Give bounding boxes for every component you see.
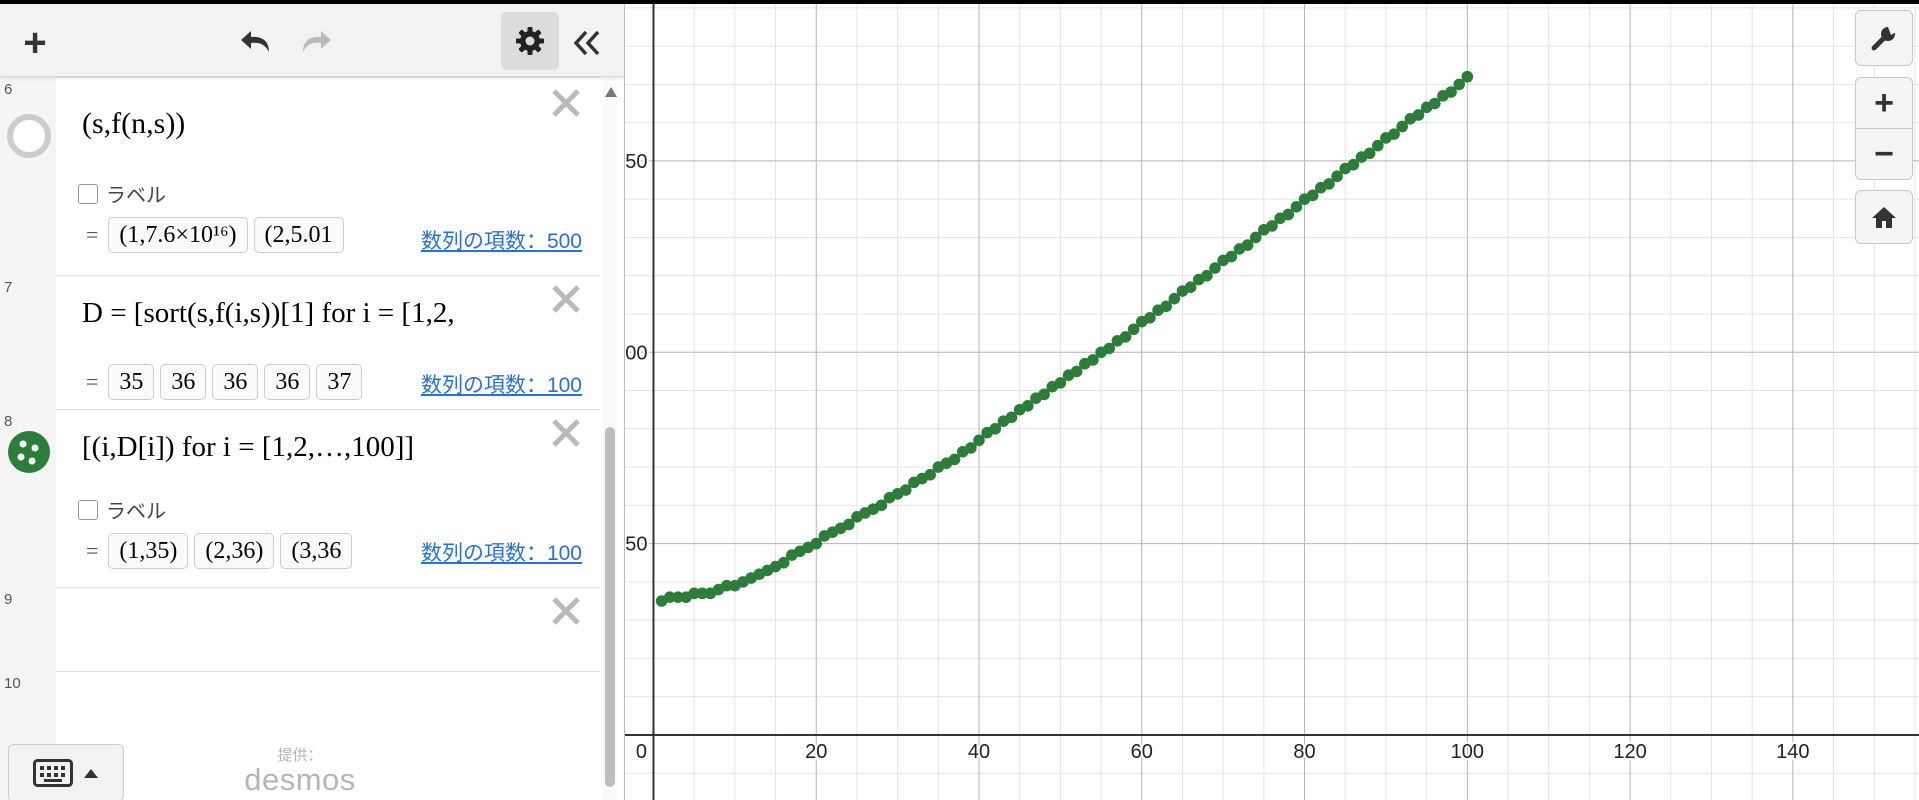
axes [625, 4, 1919, 800]
keyboard-icon [33, 759, 73, 787]
double-chevron-left-icon [573, 30, 600, 56]
value-chip: 36 [264, 364, 311, 400]
home-icon [1872, 207, 1896, 228]
value-chip: 36 [212, 364, 259, 400]
expression-math[interactable]: (s,f(n,s)) [82, 107, 185, 141]
wrench-icon [1871, 27, 1896, 51]
value-list: (1,7.6×10¹⁶) (2,5.01 [108, 217, 422, 253]
x-tick-label: 60 [1131, 741, 1153, 763]
row-number: 6 [4, 81, 13, 98]
sequence-length-link[interactable]: 数列の項数：100 [421, 369, 582, 399]
undo-button[interactable] [232, 18, 282, 68]
delete-expression-icon[interactable] [546, 591, 586, 631]
value-chip: (2,36) [194, 533, 275, 569]
delete-expression-icon[interactable] [546, 413, 586, 453]
x-tick-label: 120 [1613, 741, 1646, 763]
equals-sign: = [86, 369, 99, 394]
x-tick-label: 20 [805, 741, 827, 763]
zoom-in-button[interactable]: + [1855, 77, 1913, 129]
value-list: (1,35) (2,36) (3,36 [108, 533, 422, 569]
delete-expression-icon[interactable] [546, 83, 586, 123]
y-tick-label: 50 [625, 534, 647, 556]
row-number: 7 [4, 279, 13, 296]
sequence-length-link[interactable]: 数列の項数：100 [421, 537, 582, 567]
expression-math[interactable]: [(i,D[i]) for i = [1,2,…,100]] [82, 431, 414, 464]
value-chip: 37 [316, 364, 363, 400]
label-toggle[interactable]: ラベル [78, 495, 166, 524]
add-item-button[interactable]: + [10, 18, 60, 68]
graph-canvas[interactable]: 0 20 40 60 80 100 120 140 50 100 150 [625, 4, 1919, 800]
label-toggle[interactable]: ラベル [78, 179, 166, 208]
label-text: ラベル [106, 501, 166, 523]
row-gutter [0, 77, 56, 275]
evaluation-row: = 35 36 36 36 37 [78, 364, 422, 400]
x-tick-label: 80 [1293, 741, 1315, 763]
label-checkbox[interactable] [78, 499, 98, 520]
sequence-length-link[interactable]: 数列の項数：500 [421, 225, 582, 255]
settings-button[interactable] [501, 12, 559, 70]
equals-sign: = [86, 538, 99, 563]
desmos-credit[interactable]: 提供： desmos [230, 744, 370, 795]
expression-row-9[interactable]: 9 [0, 587, 600, 672]
caret-up-icon [84, 769, 98, 778]
expression-toolbar: + [0, 4, 624, 77]
y-tick-label: 150 [625, 151, 647, 173]
expression-list: 6 (s,f(n,s)) ラベル = (1,7.6×10¹⁶) (2,5.01 … [0, 59, 600, 800]
evaluation-row: = (1,35) (2,36) (3,36 [78, 533, 422, 569]
keyboard-toggle-button[interactable] [8, 744, 124, 800]
scroll-up-arrow-icon[interactable] [605, 87, 617, 97]
collapse-panel-button[interactable] [562, 18, 612, 68]
value-chip: 36 [160, 364, 207, 400]
row-number: 10 [4, 675, 21, 692]
hidden-series-circle-icon[interactable] [6, 113, 52, 159]
x-tick-label: 100 [1451, 741, 1484, 763]
x-tick-label: 40 [968, 741, 990, 763]
expression-row-6[interactable]: 6 (s,f(n,s)) ラベル = (1,7.6×10¹⁶) (2,5.01 … [0, 77, 600, 276]
delete-expression-icon[interactable] [546, 279, 586, 319]
value-chip: (2,5.01 [253, 217, 344, 253]
y-tick-label: 100 [625, 342, 647, 364]
minor-grid [625, 4, 1919, 800]
data-points [655, 70, 1474, 607]
tick-labels: 0 20 40 60 80 100 120 140 50 100 150 [625, 149, 1812, 765]
row-number: 8 [4, 413, 13, 430]
expression-panel: + 6 (s,f(n,s)) ラベル = (1,7.6×10¹⁶) (2,5.0… [0, 4, 625, 800]
value-chip: (1,7.6×10¹⁶) [108, 217, 248, 253]
window-top-border [0, 0, 1919, 4]
point-series-icon[interactable] [6, 429, 52, 475]
expression-math[interactable]: D = [sort(s,f(i,s))[1] for i = [1,2, [82, 297, 542, 330]
scroll-thumb[interactable] [605, 427, 615, 787]
default-viewport-button[interactable] [1855, 190, 1913, 244]
redo-icon [303, 31, 331, 52]
x-tick-label: 0 [636, 741, 647, 763]
zoom-out-button[interactable]: − [1855, 128, 1913, 180]
major-grid [625, 4, 1919, 800]
label-checkbox[interactable] [78, 183, 98, 204]
row-number: 9 [4, 591, 13, 608]
undo-icon [241, 31, 269, 52]
graph-settings-button[interactable] [1855, 10, 1913, 66]
desmos-logo: desmos [244, 762, 356, 797]
redo-button[interactable] [290, 18, 340, 68]
expression-row-7[interactable]: 7 D = [sort(s,f(i,s))[1] for i = [1,2, =… [0, 275, 600, 410]
evaluation-row: = (1,7.6×10¹⁶) (2,5.01 [78, 217, 422, 253]
data-point [1461, 70, 1474, 83]
expression-scrollbar[interactable] [603, 77, 617, 800]
value-list: 35 36 36 36 37 [108, 364, 422, 400]
value-chip: (3,36 [280, 533, 353, 569]
expression-row-8[interactable]: 8 [(i,D[i]) for i = [1,2,…,100]] ラベル = (… [0, 409, 600, 588]
value-chip: 35 [108, 364, 155, 400]
value-chip: (1,35) [108, 533, 189, 569]
graph-paper[interactable]: 0 20 40 60 80 100 120 140 50 100 150 [625, 4, 1919, 800]
equals-sign: = [86, 222, 99, 247]
gear-icon [516, 27, 544, 55]
x-tick-label: 140 [1776, 741, 1809, 763]
label-text: ラベル [106, 185, 166, 207]
